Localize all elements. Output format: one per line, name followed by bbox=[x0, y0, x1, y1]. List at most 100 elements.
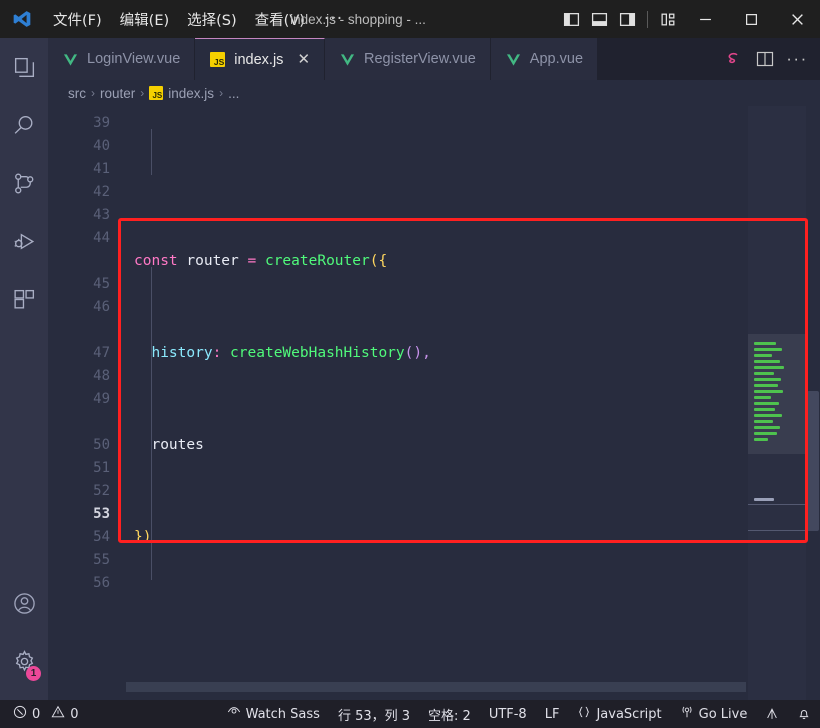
breadcrumb-file[interactable]: index.js bbox=[168, 86, 214, 101]
minimap-code-bar bbox=[754, 432, 777, 435]
editor-area: LoginView.vue JS index.js ✕ RegisterView… bbox=[48, 38, 820, 700]
minimap-code-bar bbox=[754, 342, 776, 345]
line-number: 39 bbox=[93, 115, 110, 131]
breadcrumb-symbol[interactable]: ... bbox=[228, 86, 239, 101]
token-keyword: const bbox=[134, 253, 178, 269]
tab-index-js[interactable]: JS index.js ✕ bbox=[195, 38, 326, 80]
minimap-code-bar bbox=[754, 354, 772, 357]
maximize-icon[interactable] bbox=[728, 0, 774, 38]
horizontal-scrollbar[interactable] bbox=[126, 682, 746, 692]
breadcrumb-router[interactable]: router bbox=[100, 86, 135, 101]
menu-bar: 文件(F) 编辑(E) 选择(S) 查看(V) ··· bbox=[44, 5, 353, 34]
minimap-code-bar bbox=[754, 348, 782, 351]
notifications-bell-icon[interactable] bbox=[788, 700, 820, 728]
line-number-gutter: 39 40 41 42 43 44 45 46 47 48 49 50 51 5… bbox=[48, 106, 126, 700]
minimap-code-bar bbox=[754, 396, 771, 399]
menu-view[interactable]: 查看(V) bbox=[246, 5, 314, 34]
gear-icon[interactable]: 1 bbox=[0, 632, 48, 690]
status-cursor-position[interactable]: 行 53，列 3 bbox=[329, 700, 419, 728]
error-count: 0 bbox=[32, 706, 41, 722]
indent-guide bbox=[151, 129, 152, 175]
status-label: Watch Sass bbox=[245, 706, 320, 722]
search-icon[interactable] bbox=[0, 96, 48, 154]
breadcrumb-separator: › bbox=[140, 86, 145, 100]
toggle-secondary-sidebar-icon[interactable] bbox=[613, 0, 641, 38]
minimap-code-bar bbox=[754, 408, 775, 411]
extensions-icon[interactable] bbox=[0, 270, 48, 328]
horizontal-scrollbar-thumb[interactable] bbox=[126, 682, 746, 692]
minimap-code-bar bbox=[754, 378, 781, 381]
token-function: createRouter bbox=[264, 253, 370, 269]
vertical-scrollbar[interactable] bbox=[806, 106, 820, 700]
line-number: 50 bbox=[93, 437, 110, 453]
token-operator: : bbox=[212, 345, 231, 361]
minimap-code-bar bbox=[754, 498, 774, 501]
status-indentation[interactable]: 空格: 2 bbox=[419, 700, 480, 728]
token-function: createWebHashHistory bbox=[230, 345, 405, 361]
status-language-mode[interactable]: JavaScript bbox=[568, 700, 670, 728]
run-debug-icon[interactable] bbox=[0, 212, 48, 270]
files-icon[interactable] bbox=[0, 38, 48, 96]
line-number: 48 bbox=[93, 368, 110, 384]
tab-app-vue[interactable]: App.vue bbox=[490, 38, 599, 80]
sass-watch-icon[interactable] bbox=[718, 38, 748, 80]
line-number: 54 bbox=[93, 529, 110, 545]
breadcrumb-separator: › bbox=[219, 86, 224, 100]
line-number: 40 bbox=[93, 138, 110, 154]
status-watch-sass[interactable]: Watch Sass bbox=[218, 700, 329, 728]
menu-edit[interactable]: 编辑(E) bbox=[111, 5, 178, 34]
code-line-40: history: createWebHashHistory(), bbox=[126, 342, 820, 365]
line-number: 44 bbox=[93, 230, 110, 246]
minimap-slider[interactable] bbox=[748, 334, 806, 454]
tab-label: index.js bbox=[234, 51, 284, 68]
tab-label: App.vue bbox=[529, 51, 584, 67]
toggle-primary-sidebar-icon[interactable] bbox=[557, 0, 585, 38]
account-icon[interactable] bbox=[0, 574, 48, 632]
vscode-logo-icon bbox=[0, 9, 44, 29]
tab-loginview-vue[interactable]: LoginView.vue bbox=[48, 38, 196, 80]
breadcrumb: src › router › JS index.js › ... bbox=[48, 80, 820, 106]
token-bracket: (), bbox=[404, 345, 431, 361]
tab-close-icon[interactable]: ✕ bbox=[297, 52, 310, 67]
minimap-code-bar bbox=[754, 420, 773, 423]
editor-more-actions-button[interactable]: ··· bbox=[782, 38, 812, 80]
title-bar-actions bbox=[557, 0, 820, 38]
tab-label: LoginView.vue bbox=[87, 51, 181, 67]
code-content[interactable]: const router = createRouter({ history: c… bbox=[126, 106, 820, 700]
status-label: Go Live bbox=[698, 706, 748, 722]
problems-status[interactable]: 0 0 bbox=[4, 700, 88, 728]
broadcast-icon bbox=[680, 705, 694, 723]
status-go-live[interactable]: Go Live bbox=[671, 700, 757, 728]
menu-more-button[interactable]: ··· bbox=[314, 9, 353, 29]
remote-window-icon[interactable] bbox=[756, 700, 788, 728]
status-eol[interactable]: LF bbox=[536, 700, 569, 728]
status-encoding[interactable]: UTF-8 bbox=[480, 700, 536, 728]
minimap[interactable] bbox=[748, 106, 806, 700]
line-number: 49 bbox=[93, 391, 110, 407]
code-line-39: const router = createRouter({ bbox=[126, 250, 820, 273]
minimap-code-bar bbox=[754, 366, 784, 369]
code-line-42: }) bbox=[126, 526, 820, 549]
close-icon[interactable] bbox=[774, 0, 820, 38]
minimap-code-bar bbox=[754, 360, 780, 363]
minimap-code-bar bbox=[754, 372, 774, 375]
minimize-icon[interactable] bbox=[682, 0, 728, 38]
menu-file[interactable]: 文件(F) bbox=[44, 5, 111, 34]
vertical-scrollbar-thumb[interactable] bbox=[807, 391, 819, 531]
source-control-icon[interactable] bbox=[0, 154, 48, 212]
customize-layout-icon[interactable] bbox=[654, 0, 682, 38]
code-editor[interactable]: 39 40 41 42 43 44 45 46 47 48 49 50 51 5… bbox=[48, 106, 820, 700]
js-icon: JS bbox=[209, 51, 226, 68]
line-number: 55 bbox=[93, 552, 110, 568]
tab-registerview-vue[interactable]: RegisterView.vue bbox=[325, 38, 491, 80]
split-editor-icon[interactable] bbox=[750, 38, 780, 80]
minimap-code-bar bbox=[754, 384, 778, 387]
toggle-panel-icon[interactable] bbox=[585, 0, 613, 38]
minimap-line bbox=[748, 504, 806, 505]
menu-selection[interactable]: 选择(S) bbox=[178, 5, 246, 34]
js-icon: JS bbox=[149, 86, 164, 100]
breadcrumb-src[interactable]: src bbox=[68, 86, 86, 101]
line-number: 52 bbox=[93, 483, 110, 499]
minimap-code-bar bbox=[754, 426, 780, 429]
